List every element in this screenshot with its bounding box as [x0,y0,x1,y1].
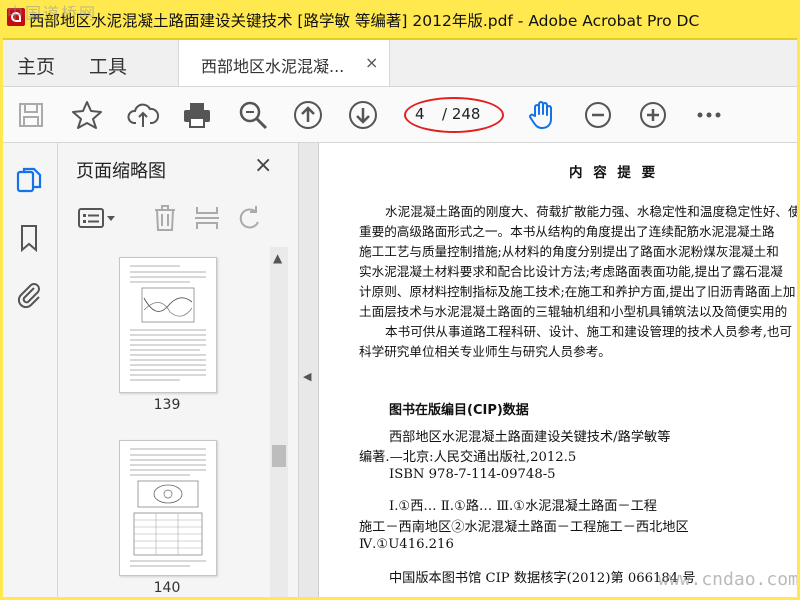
delete-page-icon[interactable] [150,203,180,233]
thumbnail-page-number: 140 [153,580,181,596]
save-icon[interactable] [15,99,47,131]
extract-page-icon[interactable] [192,203,222,233]
window-title: 西部地区水泥混凝土路面建设关键技术 [路学敏 等编著] 2012年版.pdf -… [29,12,700,30]
thumbnail-scrollbar[interactable] [270,247,288,597]
thumbnail-list: 139 140 ▲ [58,247,298,597]
zoom-minus-icon[interactable] [582,99,614,131]
page-thumbnails-icon[interactable] [14,165,44,195]
doc-paragraph-line: 计原则、原材料控制指标及施工技术;在施工和养护方面,提出了旧沥青路面上加 [359,284,796,299]
tab-bar: 主页 工具 西部地区水泥混凝... × [3,40,797,87]
tab-close-icon[interactable]: × [365,53,378,72]
title-bar: 西部地区水泥混凝土路面建设关键技术 [路学敏 等编著] 2012年版.pdf -… [3,0,797,40]
cip-line: Ⅳ.①U416.216 [359,537,454,552]
page-highlight-ellipse [404,97,504,133]
cip-line: Ⅰ.①西… Ⅱ.①路… Ⅲ.①水泥混凝土路面－工程 [389,499,657,514]
doc-paragraph-line: 土面层技术与水泥混凝土路面的三辊轴机组和小型机具铺筑法以及简便实用的 [359,304,788,319]
doc-paragraph-line: 重要的高级路面形式之一。本书从结构的角度提出了连续配筋水泥混凝土路 [359,224,775,239]
thumbnail-page-number: 139 [153,397,181,413]
bookmark-icon[interactable] [14,223,44,253]
watermark-bottom: www.cndao.com [658,569,797,590]
left-rail [3,143,58,597]
tab-document[interactable]: 西部地区水泥混凝... × [178,40,390,86]
doc-paragraph-line: 水泥混凝土路面的刚度大、荷载扩散能力强、水稳定性和温度稳定性好、使 [385,204,797,219]
toolbar: 4 / 248 [3,87,797,143]
cip-line: 施工－西南地区②水泥混凝土路面－工程施工－西北地区 [359,520,689,535]
doc-paragraph-line: 施工工艺与质量控制措施;从材料的角度分别提出了路面水泥粉煤灰混凝土和 [359,244,779,259]
more-icon[interactable] [693,99,725,131]
scrollbar-thumb[interactable] [272,445,286,467]
page-thumbnail[interactable] [119,257,217,393]
menu-tools[interactable]: 工具 [89,52,127,79]
cip-line: 中国版本图书馆 CIP 数据核字(2012)第 066184 号 [389,571,696,586]
page-thumbnail[interactable] [119,440,217,576]
panel-close-icon[interactable]: × [254,153,272,178]
print-icon[interactable] [181,99,213,131]
doc-paragraph-line: 本书可供从事道路工程科研、设计、施工和建设管理的技术人员参考,也可 [385,324,793,339]
hand-tool-icon[interactable] [526,99,558,131]
panel-title: 页面缩略图 [76,161,166,182]
menu-home[interactable]: 主页 [17,52,55,79]
cloud-upload-icon[interactable] [127,99,160,131]
panel-collapse-strip[interactable]: ◀ [299,143,319,597]
cip-line: 西部地区水泥混凝土路面建设关键技术/路学敏等 [389,430,671,445]
thumbnails-panel: 页面缩略图 × 139 140 ▲ [58,143,299,597]
tab-document-label: 西部地区水泥混凝... [201,57,345,76]
thumbnail-options-icon[interactable] [76,203,115,233]
collapse-arrow-icon[interactable]: ◀ [303,370,311,383]
panel-toolbar [58,201,298,241]
cip-line: 编著.—北京:人民交通出版社,2012.5 [359,450,577,465]
doc-paragraph-line: 科学研究单位相关专业师生与研究人员参考。 [359,344,611,359]
scroll-up-arrow-icon[interactable]: ▲ [273,251,282,265]
acrobat-window: 西部地区水泥混凝土路面建设关键技术 [路学敏 等编著] 2012年版.pdf -… [3,0,797,597]
document-page: 内 容 提 要 水泥混凝土路面的刚度大、荷载扩散能力强、水稳定性和温度稳定性好、… [319,143,797,597]
doc-heading: 内 容 提 要 [569,165,659,181]
doc-paragraph-line: 实水泥混凝土材料要求和配合比设计方法;考虑路面表面功能,提出了露石混凝 [359,264,783,279]
page-up-icon[interactable] [292,99,324,131]
watermark-top: 中国道桥网 [7,4,98,23]
cip-heading: 图书在版编目(CIP)数据 [389,403,529,418]
rotate-page-icon[interactable] [234,203,264,233]
zoom-plus-icon[interactable] [637,99,669,131]
cip-line: ISBN 978-7-114-09748-5 [389,467,556,482]
star-icon[interactable] [71,99,103,131]
attachment-icon[interactable] [14,279,44,309]
page-down-icon[interactable] [347,99,379,131]
zoom-out-search-icon[interactable] [237,99,269,131]
